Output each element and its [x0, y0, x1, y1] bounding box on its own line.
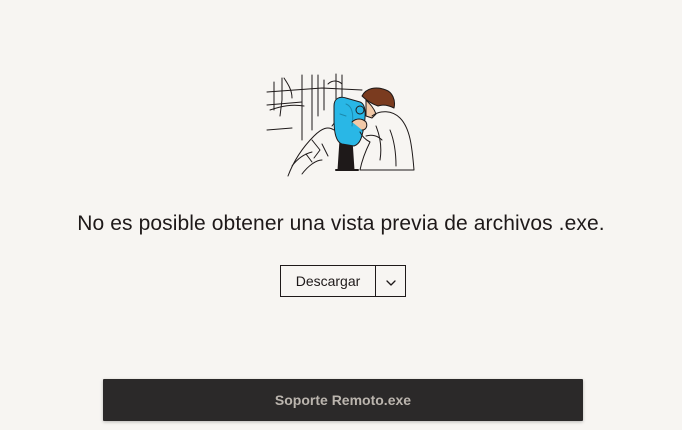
file-name-bar: Soporte Remoto.exe: [103, 379, 583, 421]
chevron-down-icon: [385, 274, 396, 289]
download-split-button: Descargar: [280, 265, 406, 297]
download-options-button[interactable]: [375, 266, 405, 296]
preview-unavailable-message: No es posible obtener una vista previa d…: [77, 212, 605, 235]
download-button[interactable]: Descargar: [281, 266, 375, 296]
binoculars-viewer-illustration: [262, 70, 424, 178]
preview-page: No es posible obtener una vista previa d…: [0, 0, 682, 430]
file-name: Soporte Remoto.exe: [274, 392, 412, 408]
